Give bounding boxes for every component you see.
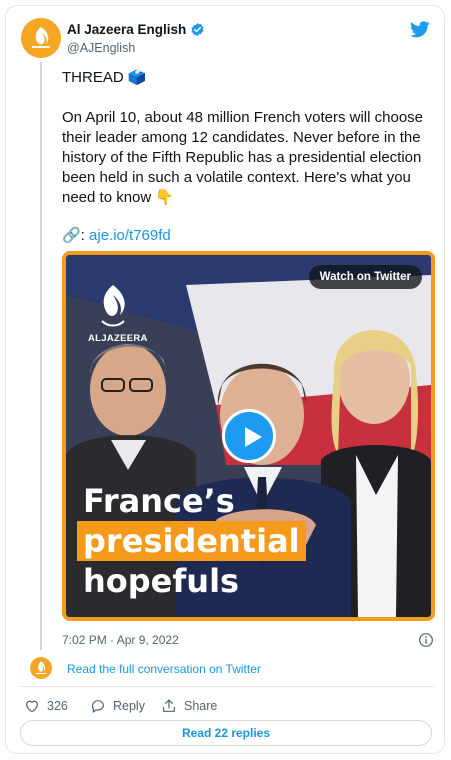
info-icon[interactable]	[418, 632, 434, 648]
headline-line-1: France’s	[83, 482, 235, 520]
author-name[interactable]: Al Jazeera English	[67, 22, 205, 37]
heart-icon	[26, 700, 38, 713]
share-action[interactable]: Share	[161, 698, 217, 714]
aljazeera-logo-icon	[36, 661, 46, 675]
video-media[interactable]: ALJAZEERA Watch on Twitter France’s pres…	[62, 251, 435, 621]
divider	[20, 686, 434, 687]
tweet-timestamp[interactable]: 7:02 PM · Apr 9, 2022	[62, 633, 179, 647]
video-headline: France’s presidential hopefuls	[77, 481, 306, 601]
tweet-link-line: 🔗: aje.io/t769fd	[62, 226, 171, 246]
reply-icon	[91, 700, 104, 713]
reply-label: Reply	[113, 699, 145, 713]
conversation-avatar[interactable]	[30, 657, 52, 679]
tweet-body: On April 10, about 48 million French vot…	[62, 109, 424, 206]
headline-line-2: presidential	[77, 521, 306, 561]
tweet-link[interactable]: aje.io/t769fd	[89, 227, 171, 244]
read-conversation-link[interactable]: Read the full conversation on Twitter	[67, 662, 261, 676]
twitter-bird-icon[interactable]	[410, 21, 430, 38]
verified-icon	[191, 22, 204, 37]
thread-line	[40, 62, 42, 650]
like-action[interactable]: 326	[24, 698, 68, 714]
play-icon	[245, 427, 262, 447]
reply-action[interactable]: Reply	[90, 698, 145, 714]
watch-on-twitter-button[interactable]: Watch on Twitter	[308, 265, 422, 289]
aljazeera-logo-icon	[21, 18, 61, 58]
author-handle[interactable]: @AJEnglish	[67, 41, 135, 55]
tweet-text: THREAD 🗳️ On April 10, about 48 million …	[62, 68, 434, 208]
tweet-heading: THREAD 🗳️	[62, 69, 147, 86]
tweet-card: Al Jazeera English @AJEnglish THREAD 🗳️ …	[5, 5, 445, 754]
headline-line-3: hopefuls	[83, 562, 240, 600]
play-button[interactable]	[222, 409, 276, 463]
share-label: Share	[184, 699, 218, 713]
brand-text: ALJAZEERA	[88, 333, 148, 344]
like-count: 326	[47, 699, 68, 713]
link-emoji: 🔗:	[62, 227, 90, 244]
author-avatar[interactable]	[21, 18, 61, 58]
read-replies-button[interactable]: Read 22 replies	[20, 720, 432, 746]
aljazeera-logo-icon	[101, 285, 125, 327]
share-icon	[163, 699, 175, 712]
